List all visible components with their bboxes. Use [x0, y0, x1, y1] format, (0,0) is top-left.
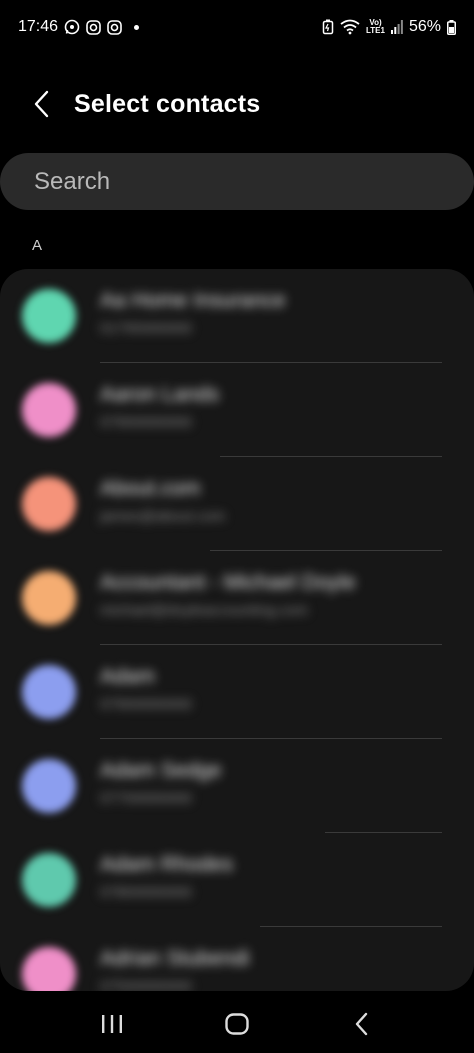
contact-name: Adam Sedge: [100, 759, 222, 782]
avatar: [22, 289, 76, 343]
contact-list: Aa Home Insurance 01795000000 Aaron Land…: [0, 269, 474, 991]
contact-list-item[interactable]: Aa Home Insurance 01795000000: [0, 269, 474, 363]
recent-apps-button[interactable]: [82, 999, 142, 1049]
contact-name: Adrian Stubendi: [100, 947, 250, 970]
back-icon: [355, 1012, 367, 1035]
battery-saver-icon: [322, 19, 334, 35]
notification-dot-icon: [134, 24, 140, 30]
section-header-letter: A: [32, 237, 43, 254]
battery-percent: 56%: [408, 18, 441, 35]
contact-detail: 07900000000: [100, 696, 192, 713]
back-nav-button[interactable]: [332, 999, 392, 1049]
contact-detail: 07800000000: [100, 884, 192, 901]
chevron-left-icon: [34, 90, 49, 118]
avatar: [22, 477, 76, 531]
header: Select contacts: [0, 74, 474, 134]
page-title: Select contacts: [74, 89, 261, 118]
contact-name: Aa Home Insurance: [100, 289, 286, 312]
contact-text: Adrian Stubendi 07500000000: [100, 947, 249, 991]
contact-text: Aa Home Insurance 01795000000: [100, 289, 286, 337]
status-left: 17:46: [18, 18, 140, 36]
contact-list-item[interactable]: Adam Rhodes 07800000000: [0, 833, 474, 927]
contact-list-item[interactable]: About.com james@about.com: [0, 457, 474, 551]
contact-text: About.com james@about.com: [100, 477, 225, 525]
status-bar: 17:46 Vo) LTE1 56%: [0, 0, 474, 54]
instagram-icon: [86, 19, 101, 35]
contact-detail: 07900000000: [100, 414, 192, 431]
signal-icon: [390, 20, 403, 34]
contact-text: Accountant - Michael Doyle michael@doyle…: [100, 571, 356, 619]
avatar: [22, 759, 76, 813]
avatar: [22, 853, 76, 907]
contact-name: Aaron Lands: [100, 383, 220, 406]
search-bar[interactable]: [0, 153, 474, 210]
contact-name: Adam Rhodes: [100, 853, 234, 876]
contact-detail: 07500000000: [100, 978, 192, 991]
contact-list-item[interactable]: Adam Sedge 07700000000: [0, 739, 474, 833]
contact-text: Aaron Lands 07900000000: [100, 383, 219, 431]
whatsapp-icon: [64, 19, 80, 35]
contact-name: About.com: [100, 477, 201, 500]
navigation-bar: [0, 994, 474, 1053]
home-icon: [225, 1012, 249, 1035]
contact-list-item[interactable]: Accountant - Michael Doyle michael@doyle…: [0, 551, 474, 645]
home-button[interactable]: [207, 999, 267, 1049]
contact-text: Adam 07900000000: [100, 665, 192, 713]
contact-detail: 07700000000: [100, 790, 192, 807]
contact-text: Adam Rhodes 07800000000: [100, 853, 233, 901]
avatar: [22, 947, 76, 991]
contact-name: Accountant - Michael Doyle: [100, 571, 356, 594]
wifi-icon: [340, 19, 360, 35]
contact-text: Adam Sedge 07700000000: [100, 759, 221, 807]
lte-label: LTE1: [366, 26, 385, 35]
contact-detail: 01795000000: [100, 320, 192, 337]
avatar: [22, 571, 76, 625]
back-button[interactable]: [12, 74, 72, 134]
status-time: 17:46: [18, 18, 59, 35]
instagram-icon: [107, 19, 122, 35]
avatar: [22, 383, 76, 437]
contact-name: Adam: [100, 665, 155, 688]
status-right: Vo) LTE1 56%: [322, 18, 456, 36]
contact-list-item[interactable]: Adrian Stubendi 07500000000: [0, 927, 474, 991]
avatar: [22, 665, 76, 719]
contact-list-item[interactable]: Aaron Lands 07900000000: [0, 363, 474, 457]
contact-list-item[interactable]: Adam 07900000000: [0, 645, 474, 739]
search-input[interactable]: [32, 166, 474, 197]
recent-apps-icon: [102, 1014, 123, 1033]
battery-icon: [447, 19, 456, 35]
contact-detail: james@about.com: [100, 508, 226, 525]
contact-detail: michael@doyleaccounting.com: [100, 602, 308, 619]
volte-indicator: Vo) LTE1: [366, 19, 385, 35]
